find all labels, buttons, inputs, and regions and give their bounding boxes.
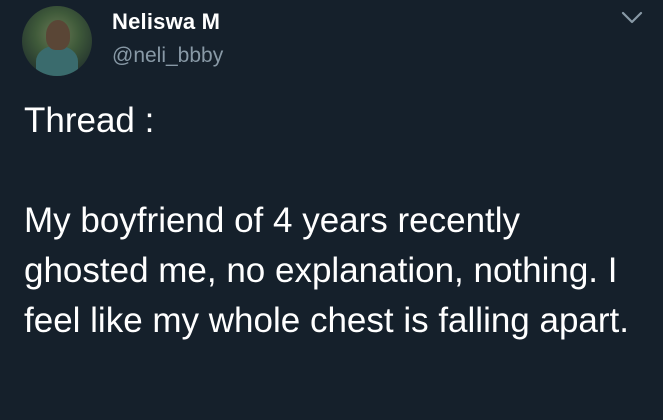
- tweet-card: Neliswa M @neli_bbby Thread : My boyfrie…: [0, 0, 663, 420]
- author-handle[interactable]: @neli_bbby: [112, 44, 223, 68]
- author-avatar[interactable]: [22, 6, 92, 76]
- tweet-text: Thread : My boyfriend of 4 years recentl…: [24, 101, 629, 340]
- author-name[interactable]: Neliswa M: [112, 9, 220, 35]
- chevron-down-icon[interactable]: [620, 10, 644, 26]
- avatar-body-shape: [36, 46, 78, 76]
- avatar-head-shape: [46, 20, 70, 50]
